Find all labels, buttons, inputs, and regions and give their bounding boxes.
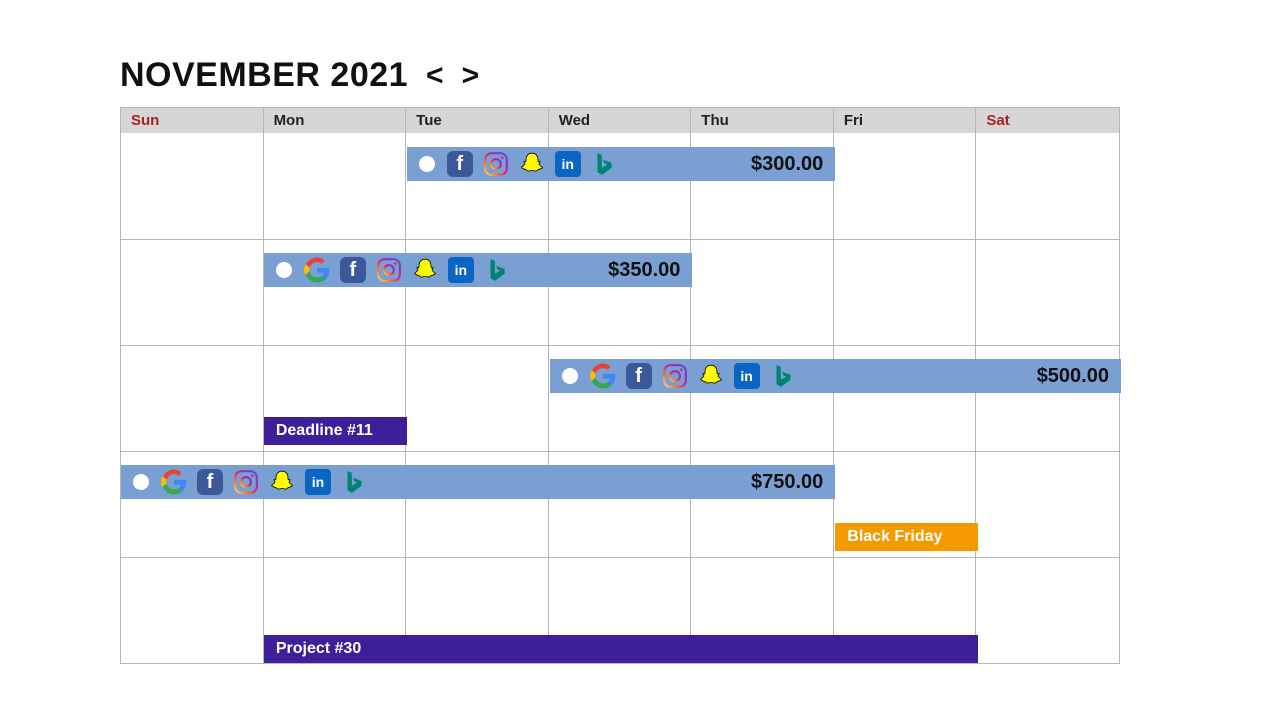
day-cell[interactable] bbox=[834, 133, 977, 239]
weekday-wed: Wed bbox=[549, 108, 692, 133]
instagram-icon bbox=[233, 469, 259, 495]
day-cell[interactable] bbox=[264, 133, 407, 239]
instagram-icon bbox=[483, 151, 509, 177]
bing-icon bbox=[591, 151, 617, 177]
budget-event[interactable]: f in $500.00 bbox=[550, 359, 1121, 393]
channel-icons: f in bbox=[161, 469, 367, 495]
status-dot-icon bbox=[419, 156, 435, 172]
linkedin-icon: in bbox=[734, 363, 760, 389]
snapchat-icon bbox=[519, 151, 545, 177]
channel-icons: f in bbox=[447, 151, 617, 177]
month-title: NOVEMBER 2021 bbox=[120, 56, 408, 95]
facebook-icon: f bbox=[626, 363, 652, 389]
facebook-icon: f bbox=[447, 151, 473, 177]
calendar-header: NOVEMBER 2021 < > bbox=[120, 56, 1160, 95]
project-event[interactable]: Project #30 bbox=[264, 635, 978, 663]
day-cell[interactable] bbox=[691, 240, 834, 345]
weekday-sat: Sat bbox=[976, 108, 1119, 133]
snapchat-icon bbox=[412, 257, 438, 283]
weekday-fri: Fri bbox=[834, 108, 977, 133]
budget-event[interactable]: f in $750.00 bbox=[121, 465, 835, 499]
weekday-tue: Tue bbox=[406, 108, 549, 133]
linkedin-icon: in bbox=[305, 469, 331, 495]
day-cell[interactable] bbox=[834, 240, 977, 345]
snapchat-icon bbox=[269, 469, 295, 495]
day-cell[interactable] bbox=[976, 558, 1119, 663]
status-dot-icon bbox=[276, 262, 292, 278]
instagram-icon bbox=[376, 257, 402, 283]
status-dot-icon bbox=[133, 474, 149, 490]
calendar-grid: Sun Mon Tue Wed Thu Fri Sat bbox=[120, 107, 1120, 664]
day-cell[interactable] bbox=[121, 346, 264, 451]
budget-event[interactable]: f in $350.00 bbox=[264, 253, 693, 287]
budget-amount: $500.00 bbox=[1037, 365, 1109, 388]
google-icon bbox=[161, 469, 187, 495]
weekday-header: Sun Mon Tue Wed Thu Fri Sat bbox=[121, 108, 1119, 133]
channel-icons: f in bbox=[590, 363, 796, 389]
budget-amount: $350.00 bbox=[608, 259, 680, 282]
day-cell[interactable] bbox=[976, 133, 1119, 239]
budget-amount: $750.00 bbox=[751, 471, 823, 494]
black-friday-event[interactable]: Black Friday bbox=[835, 523, 978, 551]
instagram-icon bbox=[662, 363, 688, 389]
google-icon bbox=[590, 363, 616, 389]
weekday-sun: Sun bbox=[121, 108, 264, 133]
day-cell[interactable] bbox=[121, 240, 264, 345]
day-cell[interactable] bbox=[976, 452, 1119, 557]
facebook-icon: f bbox=[197, 469, 223, 495]
bing-icon bbox=[484, 257, 510, 283]
bing-icon bbox=[770, 363, 796, 389]
linkedin-icon: in bbox=[448, 257, 474, 283]
day-cell[interactable] bbox=[406, 346, 549, 451]
deadline-event[interactable]: Deadline #11 bbox=[264, 417, 407, 445]
linkedin-icon: in bbox=[555, 151, 581, 177]
next-month-button[interactable]: > bbox=[462, 61, 480, 91]
facebook-icon: f bbox=[340, 257, 366, 283]
channel-icons: f in bbox=[304, 257, 510, 283]
snapchat-icon bbox=[698, 363, 724, 389]
bing-icon bbox=[341, 469, 367, 495]
calendar-body: f in $300.00 f in $350.00 f in $500.00 Dead… bbox=[121, 133, 1119, 663]
budget-event[interactable]: f in $300.00 bbox=[407, 147, 836, 181]
budget-amount: $300.00 bbox=[751, 153, 823, 176]
day-cell[interactable] bbox=[121, 133, 264, 239]
prev-month-button[interactable]: < bbox=[426, 61, 444, 91]
status-dot-icon bbox=[562, 368, 578, 384]
month-nav: < > bbox=[426, 61, 479, 91]
day-cell[interactable] bbox=[121, 558, 264, 663]
weekday-thu: Thu bbox=[691, 108, 834, 133]
day-cell[interactable] bbox=[976, 240, 1119, 345]
weekday-mon: Mon bbox=[264, 108, 407, 133]
google-icon bbox=[304, 257, 330, 283]
